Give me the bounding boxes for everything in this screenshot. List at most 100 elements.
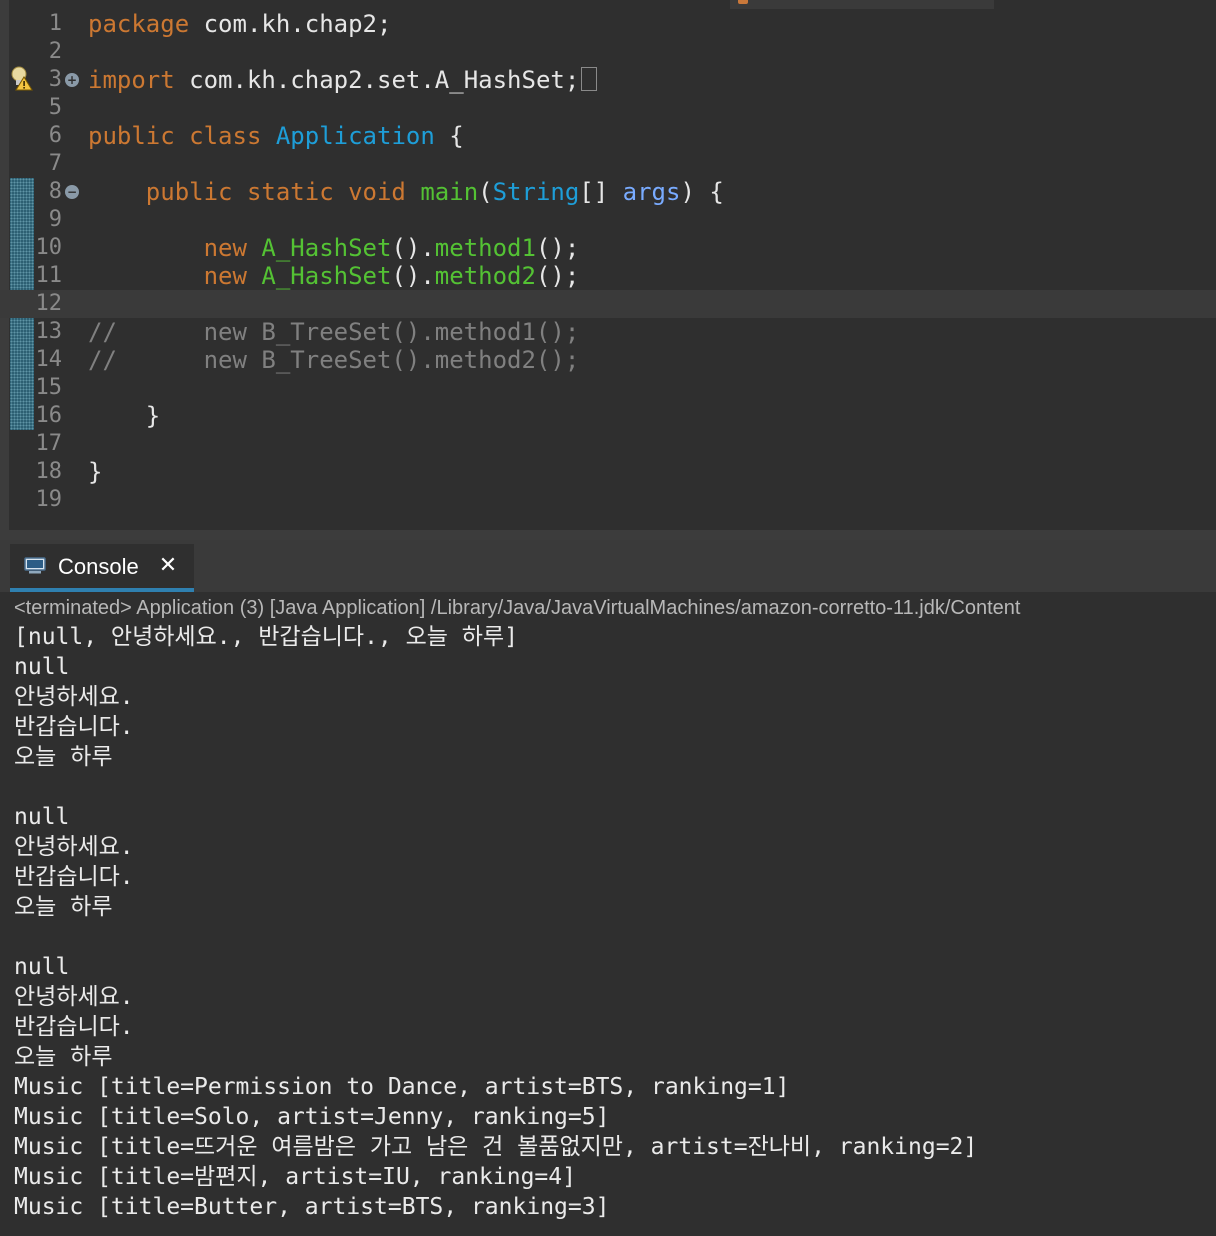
console-process-status: <terminated> Application (3) [Java Appli…	[14, 597, 1021, 619]
code-line[interactable]: 16 }	[0, 402, 1216, 430]
code-line[interactable]: 12	[0, 290, 1216, 318]
code-token: []	[579, 178, 623, 206]
code-token: (	[478, 178, 493, 206]
console-output-line: 반갑습니다.	[14, 1014, 134, 1040]
line-number: 6	[48, 123, 62, 148]
code-text: package com.kh.chap2;	[88, 10, 391, 38]
file-tab-icon	[738, 0, 748, 4]
console-output-line: Music [title=Permission to Dance, artist…	[14, 1074, 790, 1100]
console-output-line: Music [title=Solo, artist=Jenny, ranking…	[14, 1104, 610, 1130]
console-output[interactable]: [null, 안녕하세요., 반갑습니다., 오늘 하루] null 안녕하세요. 반…	[14, 622, 1214, 1222]
code-token: {	[434, 122, 464, 150]
console-output-line: 오늘 하루	[14, 894, 113, 920]
code-text: import com.kh.chap2.set.A_HashSet;	[88, 66, 598, 94]
code-token: // new B_TreeSet().method1();	[88, 318, 580, 346]
console-output-line: 반갑습니다.	[14, 864, 134, 890]
code-line[interactable]: 14 // new B_TreeSet().method2();	[0, 346, 1216, 374]
code-text: }	[88, 458, 102, 486]
line-number: 19	[35, 487, 63, 512]
code-token: }	[88, 458, 103, 486]
code-token: ().	[391, 262, 435, 290]
console-output-line: 오늘 하루	[14, 744, 113, 770]
code-token: args	[622, 178, 681, 206]
line-number: 9	[48, 207, 62, 232]
code-text: new A_HashSet().method2();	[88, 262, 580, 290]
console-output-line: 안녕하세요.	[14, 684, 134, 710]
console-monitor-icon	[24, 557, 46, 574]
line-number: 17	[35, 431, 63, 456]
line-number: 16	[35, 403, 63, 428]
code-line[interactable]: 11 new A_HashSet().method2();	[0, 262, 1216, 290]
code-token: method1	[434, 234, 536, 262]
line-number: 1	[48, 11, 62, 36]
code-line[interactable]: 18}	[0, 458, 1216, 486]
code-token: package	[88, 10, 204, 38]
code-token: method2	[434, 262, 536, 290]
code-token: new	[88, 234, 262, 262]
code-token: public static void	[88, 178, 421, 206]
editor-tab-strip	[730, 0, 994, 9]
code-line[interactable]: 1 package com.kh.chap2;	[0, 10, 1216, 38]
expand-fold-icon[interactable]: +	[65, 73, 79, 87]
code-token: import	[88, 66, 190, 94]
console-output-line: Music [title=Butter, artist=BTS, ranking…	[14, 1194, 610, 1220]
tab-console[interactable]: Console ✕	[10, 544, 194, 592]
console-output-line: null	[14, 804, 70, 830]
console-output-line: 반갑습니다.	[14, 714, 134, 740]
code-line[interactable]: 19	[0, 486, 1216, 514]
code-line[interactable]: 15	[0, 374, 1216, 402]
console-tab-bar: Console ✕	[0, 540, 1216, 592]
pane-splitter[interactable]	[0, 530, 1216, 540]
code-text: }	[88, 402, 160, 430]
code-line[interactable]: 8− public static void main(String[] args…	[0, 178, 1216, 206]
code-token: // new B_TreeSet().method2();	[88, 346, 580, 374]
code-line[interactable]: 9	[0, 206, 1216, 234]
line-number: 2	[48, 39, 62, 64]
code-line[interactable]: 13 // new B_TreeSet().method1();	[0, 318, 1216, 346]
code-line[interactable]: 10 new A_HashSet().method1();	[0, 234, 1216, 262]
code-token: A_HashSet	[261, 262, 392, 290]
code-token: public class	[88, 122, 276, 150]
line-number: 10	[35, 235, 63, 260]
line-number: 8	[48, 179, 62, 204]
code-token: String	[492, 178, 580, 206]
code-line[interactable]: 2	[0, 38, 1216, 66]
code-text: public class Application {	[88, 122, 464, 150]
code-text: public static void main(String[] args) {	[88, 178, 724, 206]
code-text: // new B_TreeSet().method2();	[88, 346, 579, 374]
code-token: ) {	[680, 178, 724, 206]
console-output-line: Music [title=뜨거운 여름밤은 가고 남은 건 볼품없지만, art…	[14, 1134, 978, 1160]
console-output-line: null	[14, 954, 70, 980]
code-line[interactable]: 7	[0, 150, 1216, 178]
code-token: ();	[535, 262, 580, 290]
code-line[interactable]: 6 public class Application {	[0, 122, 1216, 150]
line-number: 7	[48, 151, 62, 176]
code-line[interactable]: 17	[0, 430, 1216, 458]
code-token: ().	[391, 234, 435, 262]
code-token: A_HashSet	[261, 234, 392, 262]
code-editor[interactable]: 1 package com.kh.chap2; 2 3 + import com.kh.c…	[0, 0, 1216, 530]
warning-lightbulb-icon[interactable]	[9, 65, 33, 91]
code-token: new	[88, 262, 262, 290]
code-text: new A_HashSet().method1();	[88, 234, 580, 262]
code-line[interactable]: 3 + import com.kh.chap2.set.A_HashSet;	[0, 66, 1216, 94]
console-view: Console ✕ <terminated> Application (3) […	[0, 540, 1216, 1236]
console-output-line: 오늘 하루	[14, 1044, 113, 1070]
line-number: 18	[35, 459, 63, 484]
collapse-fold-icon[interactable]: −	[65, 185, 79, 199]
line-number: 15	[35, 375, 63, 400]
code-token: Application	[275, 122, 435, 150]
code-token: com.kh.chap2;	[203, 10, 392, 38]
line-number: 12	[35, 291, 63, 316]
code-line[interactable]: 5	[0, 94, 1216, 122]
console-output-line: Music [title=밤편지, artist=IU, ranking=4]	[14, 1164, 576, 1190]
code-token: com.kh.chap2.set.A_HashSet;	[189, 66, 580, 94]
console-output-line: [null, 안녕하세요., 반갑습니다., 오늘 하루]	[14, 624, 518, 650]
collapsed-imports-marker[interactable]	[581, 67, 598, 91]
console-output-line: null	[14, 654, 70, 680]
console-tab-label: Console	[58, 554, 139, 579]
code-token: main	[420, 178, 479, 206]
close-x-icon[interactable]: ✕	[156, 554, 180, 578]
